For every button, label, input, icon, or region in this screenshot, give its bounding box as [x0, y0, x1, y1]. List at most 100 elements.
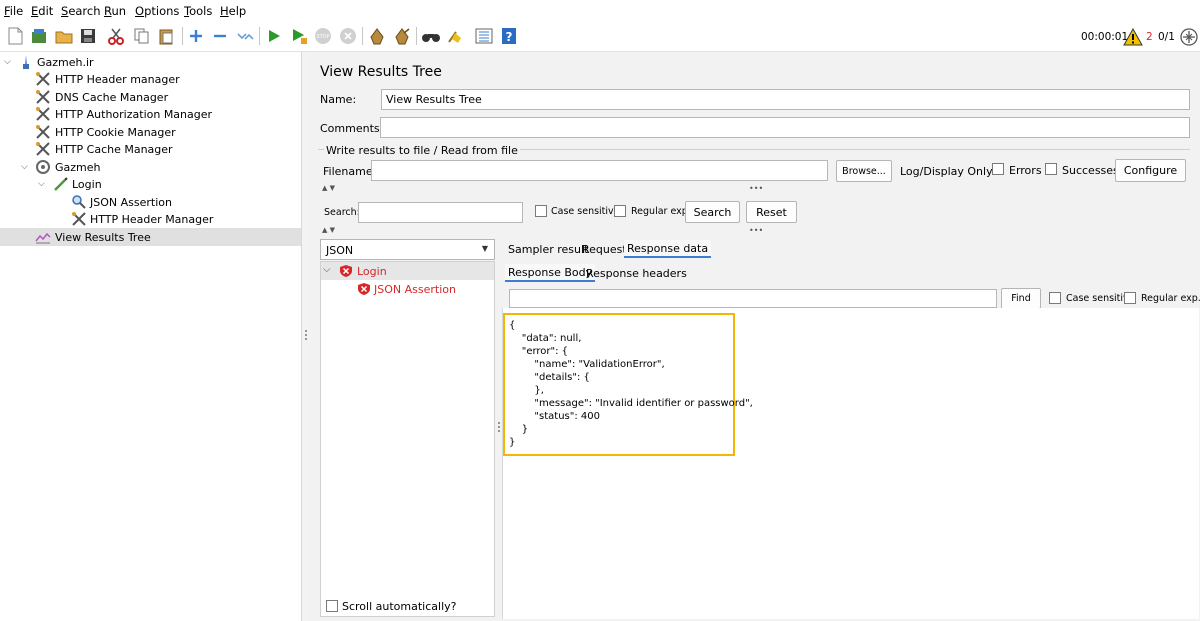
templates-icon[interactable]: [28, 25, 50, 47]
tree-item-login[interactable]: ⌵ Login: [0, 175, 301, 193]
function-helper-icon[interactable]: [473, 25, 495, 47]
collapse-arrows-icon[interactable]: ▲ ▼: [322, 226, 335, 234]
comments-field[interactable]: [380, 117, 1190, 138]
tree-item-http-authorization-manager[interactable]: HTTP Authorization Manager: [0, 105, 301, 123]
chevron-down-icon[interactable]: ⌵: [21, 162, 31, 172]
successes-label: Successes: [1062, 164, 1119, 177]
json-line: "status": 400: [509, 411, 600, 422]
tree-item-thread-group[interactable]: ⌵ Gazmeh: [0, 158, 301, 176]
tree-item-view-results-tree[interactable]: View Results Tree: [0, 228, 301, 246]
tree-item-label: HTTP Cookie Manager: [55, 125, 176, 139]
toggle-icon[interactable]: [234, 25, 256, 47]
search-button[interactable]: Search: [685, 201, 740, 223]
menu-help[interactable]: Help: [220, 4, 246, 18]
json-line: },: [509, 385, 544, 396]
warning-icon[interactable]: [1122, 26, 1144, 48]
name-field[interactable]: View Results Tree: [381, 89, 1190, 110]
new-icon[interactable]: [4, 25, 26, 47]
save-icon[interactable]: [77, 25, 99, 47]
start-no-pauses-icon[interactable]: [288, 25, 310, 47]
tree-item-http-header-manager[interactable]: HTTP Header manager: [0, 70, 301, 88]
sample-json-assertion[interactable]: JSON Assertion: [374, 283, 456, 296]
divider-grip-icon[interactable]: •••: [749, 184, 763, 193]
paste-icon[interactable]: [156, 25, 178, 47]
warning-count: 2: [1146, 31, 1153, 43]
tab-response-body[interactable]: Response Body: [505, 264, 596, 282]
find-input[interactable]: [509, 289, 997, 308]
reset-search-icon[interactable]: [444, 25, 466, 47]
listener-graph-icon: [35, 229, 51, 245]
menu-run[interactable]: Run: [104, 4, 126, 18]
test-plan-tree: ⌵ Gazmeh.ir HTTP Header manager DNS Cach…: [0, 52, 302, 621]
filename-field[interactable]: [371, 160, 828, 181]
tab-response-headers[interactable]: Response headers: [583, 264, 690, 282]
json-line: }: [509, 437, 516, 448]
help-icon[interactable]: ?: [498, 25, 520, 47]
chevron-down-icon[interactable]: ⌵: [323, 264, 331, 275]
name-label: Name:: [320, 93, 357, 106]
menu-options[interactable]: Options: [135, 4, 179, 18]
tree-item-label: Gazmeh.ir: [37, 55, 94, 69]
copy-icon[interactable]: [131, 25, 153, 47]
tree-item-http-header-manager-2[interactable]: HTTP Header Manager: [0, 210, 301, 228]
expand-icon[interactable]: [185, 25, 207, 47]
tree-item-test-plan[interactable]: ⌵ Gazmeh.ir: [0, 53, 301, 71]
browse-button[interactable]: Browse...: [836, 160, 892, 182]
json-line: "message": "Invalid identifier or passwo…: [509, 398, 753, 409]
case-sensitive-checkbox[interactable]: [535, 205, 547, 217]
shutdown-icon[interactable]: [337, 25, 359, 47]
renderer-select[interactable]: JSON ▼: [320, 239, 495, 260]
svg-text:STOP: STOP: [316, 34, 329, 40]
regular-exp-checkbox[interactable]: [614, 205, 626, 217]
stop-icon[interactable]: STOP: [312, 25, 334, 47]
file-section-title: Write results to file / Read from file: [324, 144, 520, 157]
error-shield-icon: [357, 282, 371, 299]
vertical-splitter[interactable]: [302, 52, 310, 621]
find-regular-exp-label: Regular exp.: [1141, 293, 1200, 304]
search-icon[interactable]: [420, 25, 442, 47]
tab-response-data[interactable]: Response data: [624, 240, 712, 258]
json-line: "data": null,: [509, 333, 582, 344]
tree-item-json-assertion[interactable]: JSON Assertion: [0, 193, 301, 211]
result-splitter[interactable]: [495, 239, 502, 621]
reset-button[interactable]: Reset: [746, 201, 797, 223]
start-icon[interactable]: [263, 25, 285, 47]
thread-group-icon: [35, 159, 51, 175]
divider-grip-icon[interactable]: •••: [749, 226, 763, 235]
clear-all-icon[interactable]: [391, 25, 413, 47]
errors-label: Errors: [1009, 164, 1042, 177]
test-plan-icon: [18, 54, 34, 70]
find-regular-exp-checkbox[interactable]: [1124, 292, 1136, 304]
collapse-icon[interactable]: [209, 25, 231, 47]
filename-label: Filename: [323, 165, 373, 178]
cut-icon[interactable]: [105, 25, 127, 47]
collapse-arrows-icon[interactable]: ▲ ▼: [322, 184, 335, 192]
find-case-sensitive-checkbox[interactable]: [1049, 292, 1061, 304]
sample-login[interactable]: Login: [357, 265, 387, 278]
menu-tools[interactable]: Tools: [184, 4, 212, 18]
errors-checkbox[interactable]: [992, 163, 1004, 175]
tab-request[interactable]: Request: [579, 240, 630, 258]
chevron-down-icon[interactable]: ⌵: [4, 57, 14, 67]
configure-button[interactable]: Configure: [1115, 159, 1186, 182]
menu-edit[interactable]: Edit: [31, 4, 53, 18]
globe-icon[interactable]: [1178, 26, 1200, 48]
menu-search[interactable]: Search: [61, 4, 101, 18]
json-line: }: [509, 424, 529, 435]
search-input[interactable]: [358, 202, 523, 223]
tree-item-label: JSON Assertion: [90, 195, 172, 209]
successes-checkbox[interactable]: [1045, 163, 1057, 175]
open-icon[interactable]: [53, 25, 75, 47]
find-button[interactable]: Find: [1001, 288, 1041, 309]
page-title: View Results Tree: [320, 64, 442, 80]
tree-item-http-cookie-manager[interactable]: HTTP Cookie Manager: [0, 123, 301, 141]
config-tools-icon: [35, 106, 51, 122]
tree-item-dns-cache-manager[interactable]: DNS Cache Manager: [0, 88, 301, 106]
clear-icon[interactable]: [366, 25, 388, 47]
response-json-body[interactable]: { "data": null, "error": { "name": "Vali…: [503, 313, 753, 456]
chevron-down-icon[interactable]: ⌵: [38, 179, 48, 189]
tree-item-http-cache-manager[interactable]: HTTP Cache Manager: [0, 140, 301, 158]
menu-file[interactable]: File: [4, 4, 23, 18]
svg-text:?: ?: [506, 30, 513, 44]
scroll-automatically-checkbox[interactable]: [326, 600, 338, 612]
